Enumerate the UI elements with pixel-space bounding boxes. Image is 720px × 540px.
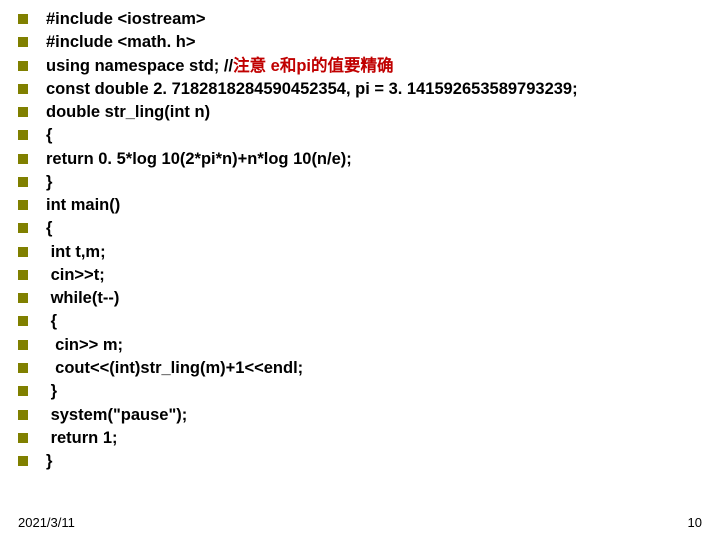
code-line: #include <iostream> bbox=[18, 8, 702, 30]
footer-date: 2021/3/11 bbox=[18, 515, 75, 530]
bullet-icon bbox=[18, 456, 28, 466]
code-text: { bbox=[46, 124, 52, 146]
bullet-icon bbox=[18, 363, 28, 373]
code-text: while(t--) bbox=[46, 287, 119, 309]
code-line: } bbox=[18, 171, 702, 193]
bullet-icon bbox=[18, 107, 28, 117]
code-line: system("pause"); bbox=[18, 404, 702, 426]
bullet-icon bbox=[18, 316, 28, 326]
bullet-icon bbox=[18, 293, 28, 303]
bullet-icon bbox=[18, 200, 28, 210]
code-line: } bbox=[18, 380, 702, 402]
code-line: { bbox=[18, 217, 702, 239]
bullet-icon bbox=[18, 270, 28, 280]
code-line: return 0. 5*log 10(2*pi*n)+n*log 10(n/e)… bbox=[18, 148, 702, 170]
code-text: cout<<(int)str_ling(m)+1<<endl; bbox=[46, 357, 303, 379]
code-text: const double 2. 7182818284590452354, pi … bbox=[46, 78, 578, 100]
bullet-icon bbox=[18, 37, 28, 47]
code-line: { bbox=[18, 310, 702, 332]
bullet-icon bbox=[18, 340, 28, 350]
footer-page-number: 10 bbox=[688, 515, 702, 530]
code-text: int t,m; bbox=[46, 241, 106, 263]
code-text: { bbox=[46, 217, 52, 239]
code-line: int t,m; bbox=[18, 241, 702, 263]
code-text: { bbox=[46, 310, 57, 332]
code-line: using namespace std; //注意 e和pi的值要精确 bbox=[18, 55, 702, 77]
code-line: cout<<(int)str_ling(m)+1<<endl; bbox=[18, 357, 702, 379]
code-text: } bbox=[46, 380, 57, 402]
code-text: double str_ling(int n) bbox=[46, 101, 210, 123]
slide: #include <iostream> #include <math. h> u… bbox=[0, 0, 720, 540]
bullet-icon bbox=[18, 433, 28, 443]
code-line: cin>> m; bbox=[18, 334, 702, 356]
code-line: return 1; bbox=[18, 427, 702, 449]
bullet-icon bbox=[18, 247, 28, 257]
code-text: int main() bbox=[46, 194, 120, 216]
bullet-icon bbox=[18, 223, 28, 233]
code-line: cin>>t; bbox=[18, 264, 702, 286]
code-line: #include <math. h> bbox=[18, 31, 702, 53]
code-text: } bbox=[46, 450, 52, 472]
bullet-icon bbox=[18, 410, 28, 420]
code-text: return 1; bbox=[46, 427, 118, 449]
code-text: cin>>t; bbox=[46, 264, 105, 286]
code-line: const double 2. 7182818284590452354, pi … bbox=[18, 78, 702, 100]
code-text: cin>> m; bbox=[46, 334, 123, 356]
code-text: using namespace std; //注意 e和pi的值要精确 bbox=[46, 55, 394, 77]
bullet-icon bbox=[18, 177, 28, 187]
code-text: return 0. 5*log 10(2*pi*n)+n*log 10(n/e)… bbox=[46, 148, 352, 170]
code-line: { bbox=[18, 124, 702, 146]
code-line: while(t--) bbox=[18, 287, 702, 309]
code-line: } bbox=[18, 450, 702, 472]
bullet-icon bbox=[18, 84, 28, 94]
code-line: int main() bbox=[18, 194, 702, 216]
code-block: #include <iostream> #include <math. h> u… bbox=[18, 8, 702, 472]
code-text: #include <math. h> bbox=[46, 31, 195, 53]
bullet-icon bbox=[18, 14, 28, 24]
code-line: double str_ling(int n) bbox=[18, 101, 702, 123]
bullet-icon bbox=[18, 154, 28, 164]
code-text: system("pause"); bbox=[46, 404, 187, 426]
bullet-icon bbox=[18, 130, 28, 140]
footer: 2021/3/11 10 bbox=[18, 515, 702, 530]
bullet-icon bbox=[18, 386, 28, 396]
bullet-icon bbox=[18, 61, 28, 71]
code-text: #include <iostream> bbox=[46, 8, 206, 30]
code-text: } bbox=[46, 171, 52, 193]
